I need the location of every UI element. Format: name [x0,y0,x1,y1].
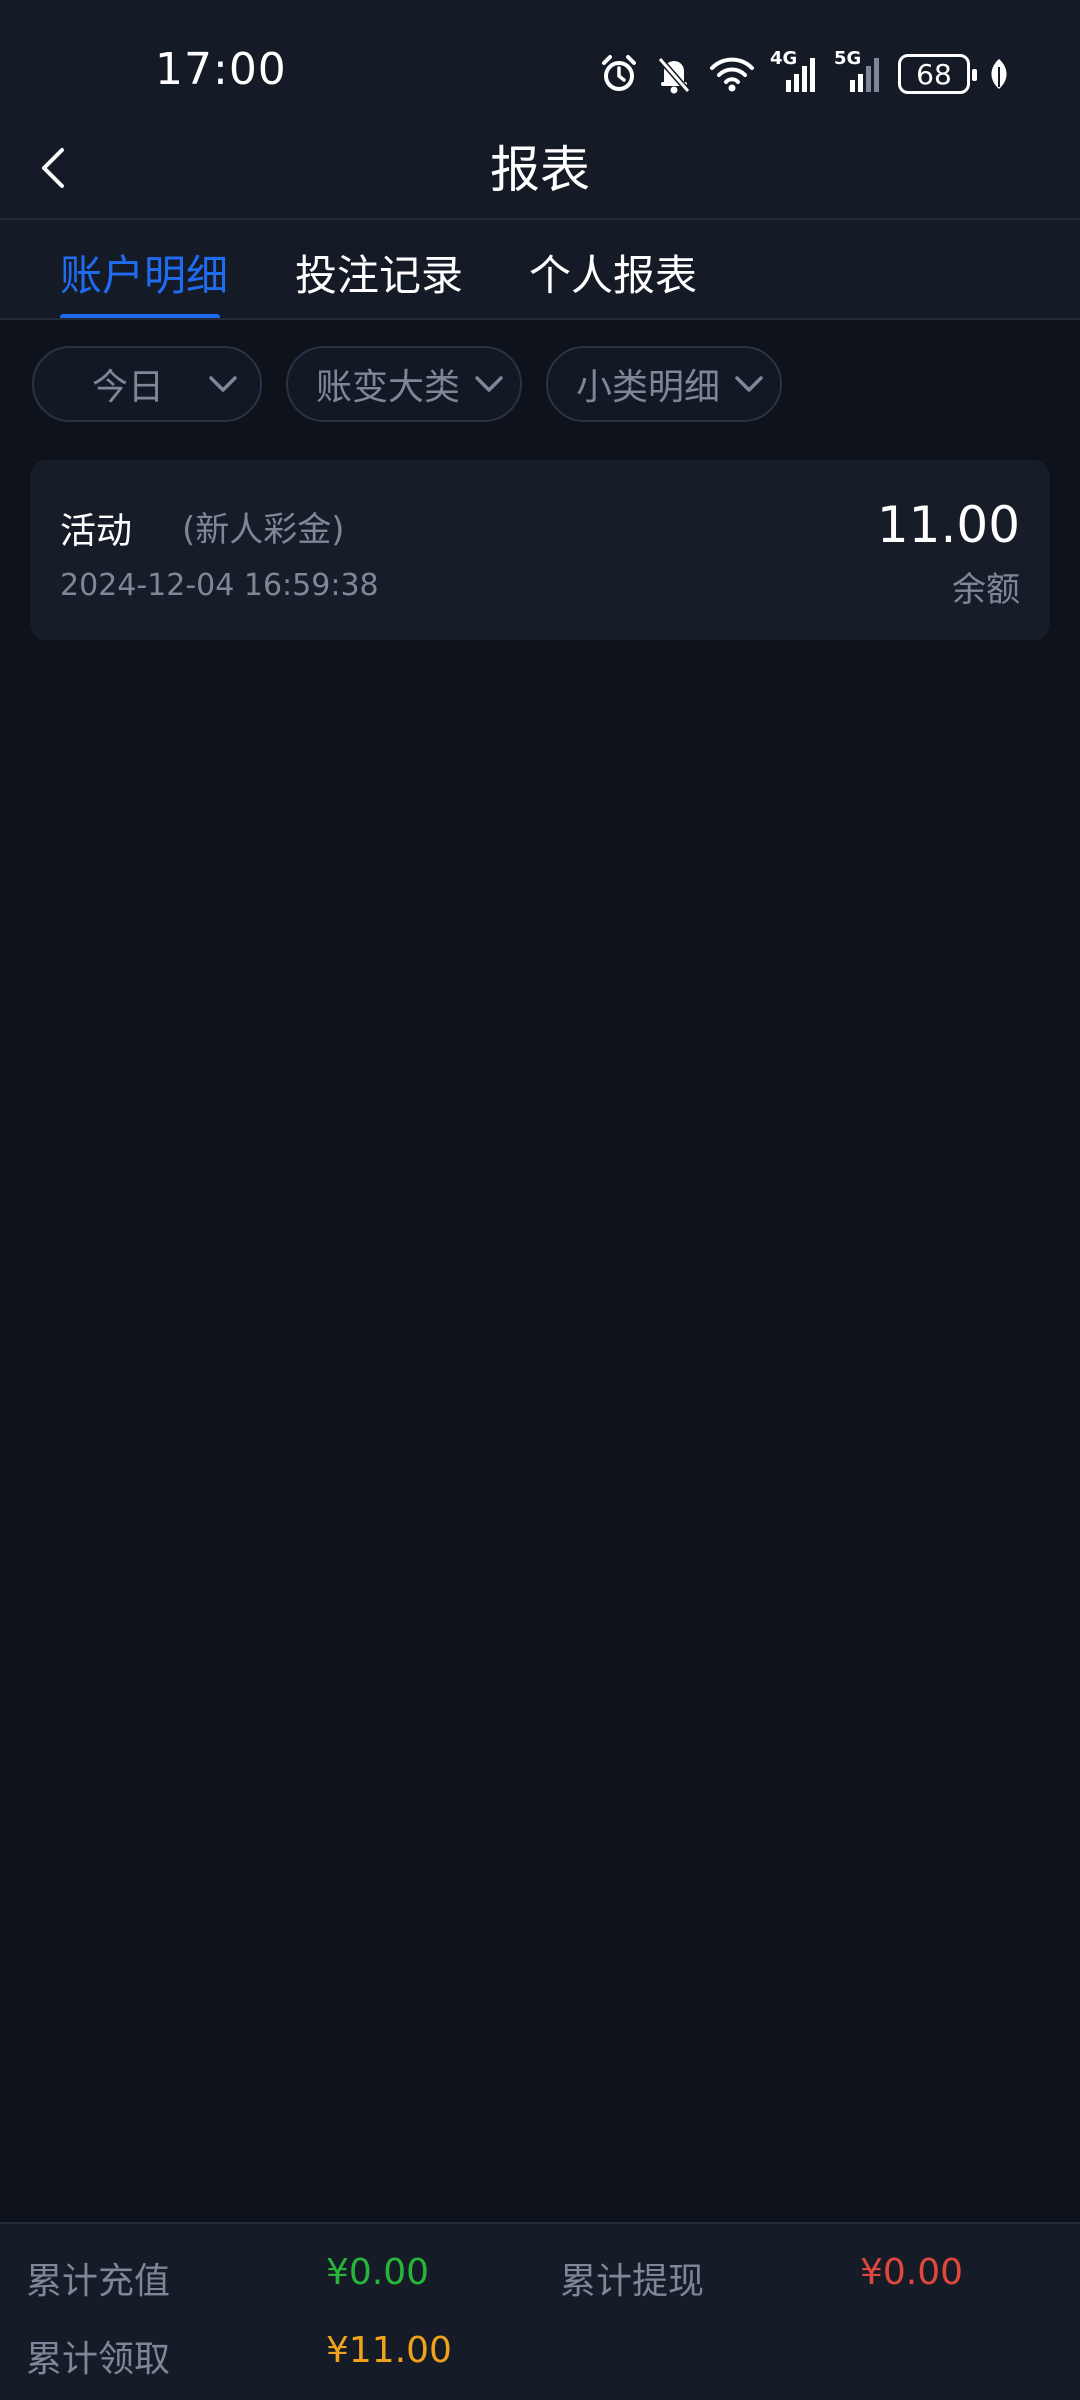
network-5g-label: 5G [834,48,862,69]
record-card[interactable]: 活动 (新人彩金) 2024-12-04 16:59:38 11.00 余额 [30,460,1050,640]
header: 报表 [0,120,1080,220]
total-deposit-value: ¥0.00 [326,2252,430,2293]
chevron-down-icon [474,374,504,394]
tab-account-details[interactable]: 账户明细 [60,242,228,312]
tab-personal-report[interactable]: 个人报表 [529,242,697,312]
status-bar: 17:00 4G 5G 68 [0,0,1080,120]
status-time: 17:00 [155,44,287,95]
record-time: 2024-12-04 16:59:38 [60,568,379,603]
total-claim-value: ¥11.00 [326,2330,452,2371]
filter-category-dropdown[interactable]: 账变大类 [286,346,522,422]
record-subtype: (新人彩金) [182,510,345,550]
status-icons: 4G 5G 68 [598,48,1010,98]
wifi-icon [708,54,756,94]
chevron-down-icon [208,374,238,394]
filter-date-dropdown[interactable]: 今日 [32,346,262,422]
top-area: 17:00 4G 5G 68 报表 账户明细 投注记录 个人报表 [0,0,1080,320]
filter-category-label: 账变大类 [316,367,461,408]
total-withdraw-label: 累计提现 [560,2261,705,2302]
leaf-icon [988,57,1010,91]
tabs-divider [0,318,1080,320]
network-4g-label: 4G [770,48,798,69]
filter-bar: 今日 账变大类 小类明细 [32,346,782,422]
signal-5g-icon: 5G [834,48,884,94]
tab-bet-records[interactable]: 投注记录 [295,242,463,312]
filter-subcategory-dropdown[interactable]: 小类明细 [546,346,782,422]
report-screen: 17:00 4G 5G 68 报表 账户明细 投注记录 个人报表 今日 账变大类… [0,0,1080,2400]
total-deposit-label: 累计充值 [26,2261,171,2302]
signal-4g-icon: 4G [770,48,820,94]
battery-icon: 68 [898,54,977,94]
chevron-down-icon [734,374,764,394]
filter-subcategory-label: 小类明细 [576,367,721,408]
alarm-icon [598,53,640,95]
tab-bar: 账户明细 投注记录 个人报表 [0,220,1080,320]
page-title: 报表 [490,141,590,199]
record-amount: 11.00 [876,496,1020,554]
summary-panel: 累计充值 ¥0.00 累计提现 ¥0.00 累计领取 ¥11.00 [0,2222,1080,2400]
record-amount-label: 余额 [952,570,1020,610]
total-claim-label: 累计领取 [26,2339,171,2380]
record-type: 活动 [60,511,133,552]
total-withdraw-value: ¥0.00 [860,2252,964,2293]
bell-muted-icon [654,53,694,95]
filter-date-label: 今日 [92,367,165,408]
